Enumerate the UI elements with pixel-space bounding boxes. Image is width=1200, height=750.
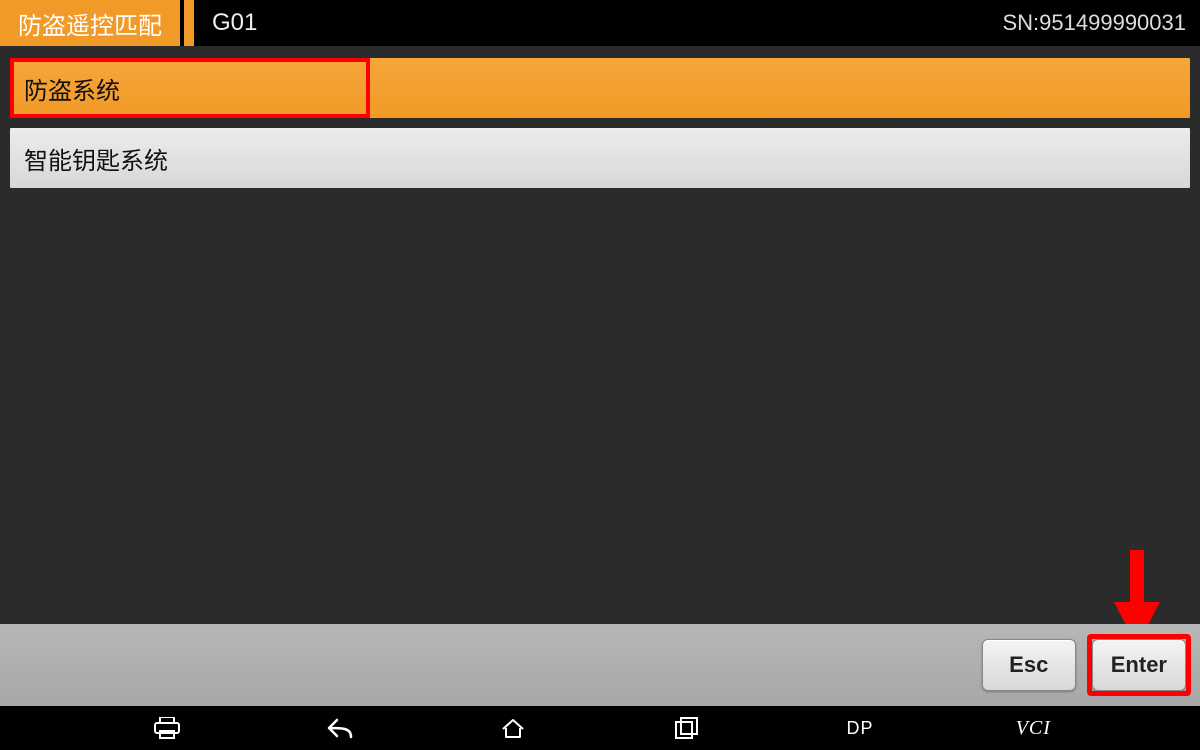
nav-dp-label: DP <box>846 718 873 739</box>
nav-back[interactable] <box>300 706 380 750</box>
nav-dp[interactable]: DP <box>820 706 900 750</box>
header-title-text: 防盗遥控匹配 <box>18 6 162 41</box>
nav-print[interactable] <box>127 706 207 750</box>
header-bar: 防盗遥控匹配 G01 SN:951499990031 <box>0 0 1200 46</box>
recent-apps-icon <box>675 717 699 739</box>
header-title: 防盗遥控匹配 <box>0 0 180 46</box>
menu-item-anti-theft[interactable]: 防盗系统 <box>10 58 1190 118</box>
printer-icon <box>154 717 180 739</box>
enter-button-label: Enter <box>1111 652 1167 678</box>
nav-recent[interactable] <box>647 706 727 750</box>
home-icon <box>500 717 526 739</box>
enter-button[interactable]: Enter <box>1092 639 1186 691</box>
footer-bar: Esc Enter <box>0 624 1200 706</box>
esc-button-label: Esc <box>1009 652 1048 678</box>
main-content: 防盗系统 智能钥匙系统 <box>0 46 1200 624</box>
nav-vci-label: VCI <box>1016 717 1051 740</box>
header-serial: SN:951499990031 <box>1003 10 1187 36</box>
nav-home[interactable] <box>473 706 553 750</box>
system-nav-bar: DP VCI <box>0 706 1200 750</box>
esc-button[interactable]: Esc <box>982 639 1076 691</box>
menu-item-label: 智能钥匙系统 <box>24 141 168 176</box>
menu-item-smart-key[interactable]: 智能钥匙系统 <box>10 128 1190 188</box>
menu-item-label: 防盗系统 <box>24 71 120 106</box>
nav-vci[interactable]: VCI <box>993 706 1073 750</box>
header-orange-accent <box>184 0 194 46</box>
back-icon <box>327 717 353 739</box>
header-model: G01 <box>212 9 257 37</box>
